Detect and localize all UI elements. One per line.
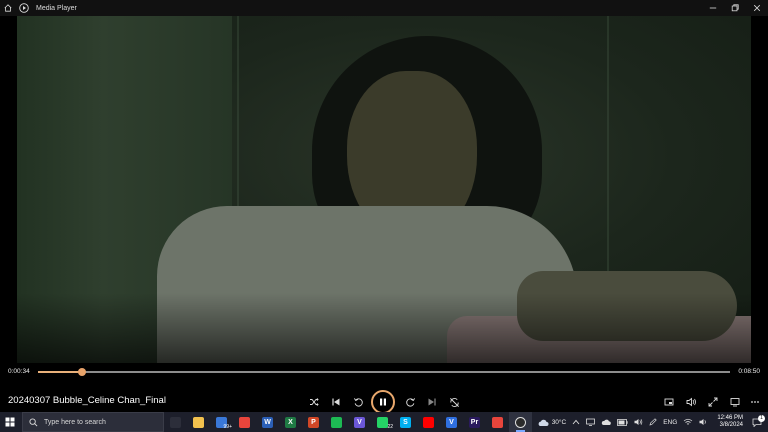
taskbar-app-viber[interactable]: V xyxy=(348,412,371,432)
total-time: 0:08:50 xyxy=(738,368,760,375)
video-area[interactable] xyxy=(0,16,768,363)
back-home-icon[interactable] xyxy=(0,0,16,16)
notification-badge: 1 xyxy=(758,414,765,422)
minimize-button[interactable] xyxy=(702,0,724,16)
spotify-icon xyxy=(331,416,342,428)
premiere-icon: Pr xyxy=(469,416,480,428)
taskbar-app-vpn[interactable]: V xyxy=(440,412,463,432)
clock-date: 3/8/2024 xyxy=(719,422,743,428)
seek-thumb[interactable] xyxy=(78,368,87,376)
media-title: 20240307 Bubble_Celine Chan_Final xyxy=(8,395,166,406)
powerpoint-icon: P xyxy=(308,416,319,428)
file-explorer-icon xyxy=(193,416,204,428)
whatsapp-icon xyxy=(377,416,388,428)
taskbar-app-mail[interactable]: 99+ xyxy=(210,412,233,432)
next-icon[interactable] xyxy=(423,394,441,410)
battery-icon[interactable] xyxy=(617,418,628,426)
weather-widget[interactable]: 30°C xyxy=(537,418,567,427)
taskbar-app-spotify[interactable] xyxy=(325,412,348,432)
clock-time: 12:46 PM xyxy=(717,414,743,421)
weather-temp: 30°C xyxy=(551,418,567,426)
close-button[interactable] xyxy=(746,0,768,16)
taskbar-apps: 99+ W X P V 22 S V Pr xyxy=(164,412,532,432)
taskbar-app-chrome[interactable] xyxy=(233,412,256,432)
taskbar-app-premiere[interactable]: Pr xyxy=(463,412,486,432)
repeat-off-icon[interactable] xyxy=(445,394,463,410)
volume-icon[interactable] xyxy=(682,394,700,410)
forward-30-icon[interactable] xyxy=(401,394,419,410)
chrome-2-icon xyxy=(492,416,503,428)
media-player-app-icon xyxy=(16,0,32,16)
taskbar-app-skype[interactable]: S xyxy=(394,412,417,432)
taskbar-app-media-player[interactable] xyxy=(509,412,532,432)
window-title: Media Player xyxy=(36,4,77,12)
vpn-icon: V xyxy=(446,416,457,428)
youtube-icon xyxy=(423,416,434,428)
taskbar-app-word[interactable]: W xyxy=(256,412,279,432)
cast-icon[interactable] xyxy=(726,394,744,410)
more-icon[interactable] xyxy=(746,394,764,410)
search-icon xyxy=(29,417,38,426)
wifi-icon[interactable] xyxy=(683,418,693,426)
app-badge: 99+ xyxy=(223,424,232,430)
chevron-up-icon[interactable] xyxy=(572,419,580,425)
chrome-icon xyxy=(239,416,250,428)
notification-center-icon[interactable]: 1 xyxy=(752,414,765,427)
word-icon: W xyxy=(262,416,273,428)
skype-icon: S xyxy=(400,416,411,428)
taskbar-app-powerpoint[interactable]: P xyxy=(302,412,325,432)
taskbar-search-box[interactable]: Type here to search xyxy=(22,412,164,432)
excel-icon: X xyxy=(285,416,296,428)
search-placeholder: Type here to search xyxy=(44,418,106,426)
controls-gradient xyxy=(0,293,768,363)
pen-icon[interactable] xyxy=(649,418,657,426)
network-icon[interactable] xyxy=(586,418,596,426)
title-bar: Media Player xyxy=(0,0,768,16)
pause-icon xyxy=(380,398,386,406)
cloud-sync-icon[interactable] xyxy=(601,418,612,426)
windows-start-icon[interactable] xyxy=(0,412,20,432)
app-badge: 22 xyxy=(387,424,393,430)
taskbar-app-task-view[interactable] xyxy=(164,412,187,432)
taskbar: Type here to search 99+ W X P V 22 S V Pr 30°C E… xyxy=(0,412,768,432)
taskbar-app-youtube[interactable] xyxy=(417,412,440,432)
volume-tray-icon[interactable] xyxy=(699,418,708,426)
taskbar-app-chrome-2[interactable] xyxy=(486,412,509,432)
task-view-icon xyxy=(170,416,181,428)
speaker-icon[interactable] xyxy=(634,418,643,426)
play-pause-button[interactable] xyxy=(371,390,395,414)
rewind-10-icon[interactable] xyxy=(349,394,367,410)
taskbar-app-whatsapp[interactable]: 22 xyxy=(371,412,394,432)
maximize-button[interactable] xyxy=(724,0,746,16)
fullscreen-icon[interactable] xyxy=(704,394,722,410)
previous-icon[interactable] xyxy=(327,394,345,410)
language-indicator[interactable]: ENG xyxy=(663,419,677,426)
viber-icon: V xyxy=(354,416,365,428)
seek-bar-progress xyxy=(38,371,83,373)
taskbar-app-excel[interactable]: X xyxy=(279,412,302,432)
media-player-icon xyxy=(515,416,526,428)
system-tray: 30°C ENG 12:46 PM 3/8/2024 1 xyxy=(534,412,768,432)
taskbar-app-file-explorer[interactable] xyxy=(187,412,210,432)
seek-bar[interactable] xyxy=(38,368,730,376)
taskbar-clock[interactable]: 12:46 PM 3/8/2024 xyxy=(717,415,743,430)
shuffle-icon[interactable] xyxy=(305,394,323,410)
cloud-icon xyxy=(538,419,549,426)
miniplayer-icon[interactable] xyxy=(660,394,678,410)
current-time: 0:00:34 xyxy=(8,368,30,375)
